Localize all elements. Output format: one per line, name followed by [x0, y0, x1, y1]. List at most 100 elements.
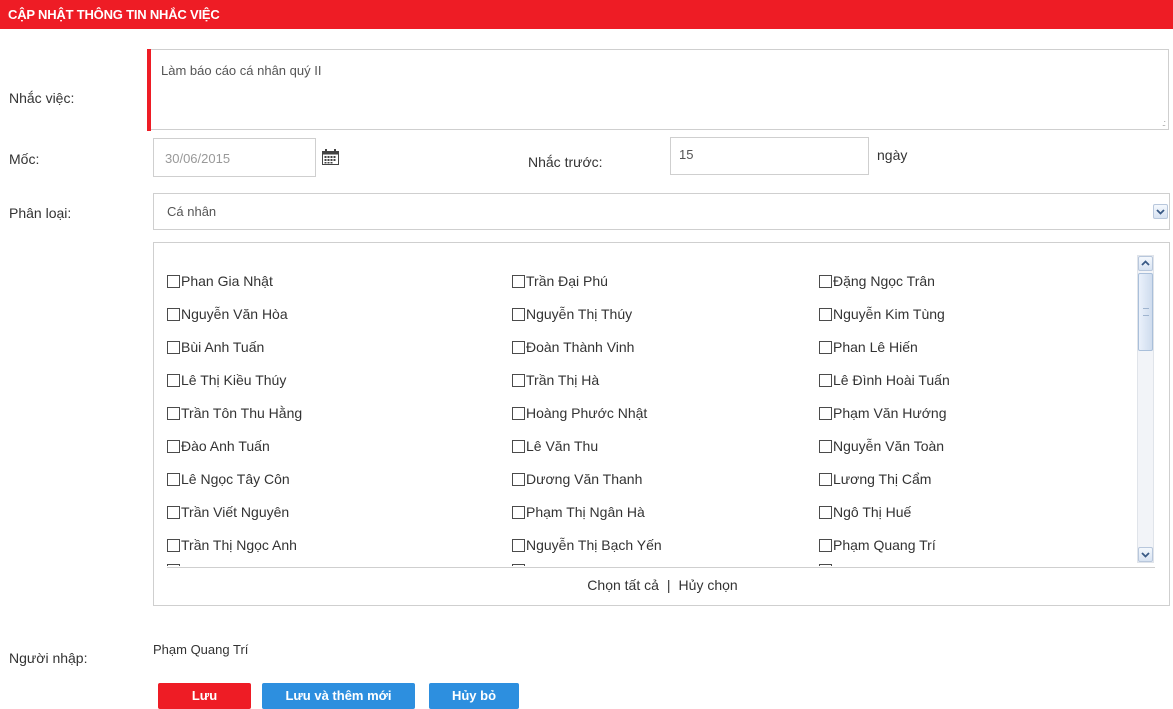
- checkbox[interactable]: [819, 341, 832, 354]
- person-checkbox-item[interactable]: Nguyễn Kim Tùng: [819, 306, 945, 326]
- person-checkbox-item[interactable]: Nguyễn Văn Toàn: [819, 438, 944, 458]
- person-name: Đoàn Thành Vinh: [526, 339, 635, 355]
- person-name: Nguyễn Kim Tùng: [833, 306, 945, 322]
- checkbox[interactable]: [167, 506, 180, 519]
- person-checkbox-item[interactable]: Phan Lê Hiến: [819, 339, 918, 359]
- checkbox[interactable]: [819, 407, 832, 420]
- checkbox[interactable]: [819, 506, 832, 519]
- person-checkbox-item[interactable]: Trần Tôn Thu Hằng: [167, 405, 302, 425]
- person-checkbox-item[interactable]: Nguyễn Văn Hòa: [167, 306, 288, 326]
- person-name: Phạm Văn Hướng: [833, 405, 947, 421]
- checkbox[interactable]: [819, 539, 832, 552]
- person-name: Đào Anh Tuấn: [181, 438, 270, 454]
- people-panel: Phan Gia Nhật Nguyễn Văn Hòa Bùi Anh Tuấ…: [153, 242, 1170, 606]
- person-checkbox-item[interactable]: Ngô Thị Huế: [819, 504, 911, 524]
- scroll-thumb[interactable]: [1138, 273, 1153, 351]
- checkbox[interactable]: [512, 473, 525, 486]
- person-checkbox-item[interactable]: Lê Thị Kiều Thúy: [167, 372, 286, 392]
- person-checkbox-item[interactable]: Trần Viết Nguyên: [167, 504, 289, 524]
- checkbox[interactable]: [167, 440, 180, 453]
- select-all-link[interactable]: Chọn tất cả: [587, 577, 659, 593]
- person-checkbox-item[interactable]: Dương Văn Thanh: [512, 471, 642, 491]
- remind-before-label: Nhắc trước:: [528, 154, 603, 170]
- reminder-text: Làm báo cáo cá nhân quý II: [161, 63, 322, 78]
- people-scrollbar[interactable]: [1137, 255, 1154, 563]
- deselect-link[interactable]: Hủy chọn: [679, 577, 738, 593]
- checkbox[interactable]: [167, 539, 180, 552]
- person-checkbox-item[interactable]: Trần Thị Ngọc Anh: [167, 537, 297, 557]
- save-button[interactable]: Lưu: [158, 683, 251, 709]
- calendar-icon[interactable]: [322, 149, 339, 165]
- scroll-up-icon[interactable]: [1138, 256, 1153, 271]
- checkbox[interactable]: [512, 341, 525, 354]
- save-and-new-button[interactable]: Lưu và thêm mới: [262, 683, 415, 709]
- person-checkbox-item[interactable]: Trần Thị Hà: [512, 372, 599, 392]
- person-checkbox-item[interactable]: Đặng Ngọc Trân: [819, 273, 935, 293]
- person-name: Lê Thị Kiều Thúy: [181, 372, 287, 388]
- checkbox[interactable]: [512, 308, 525, 321]
- person-checkbox-item[interactable]: Lê Ngọc Tây Côn: [167, 471, 290, 491]
- person-checkbox-item[interactable]: Đào Anh Tuấn: [167, 438, 270, 458]
- panel-divider: [167, 567, 1155, 568]
- checkbox[interactable]: [819, 275, 832, 288]
- checkbox[interactable]: [819, 440, 832, 453]
- person-name: Phan Lê Hiến: [833, 339, 918, 355]
- checkbox[interactable]: [512, 275, 525, 288]
- checkbox[interactable]: [512, 407, 525, 420]
- person-checkbox-item[interactable]: Trần Đại Phú: [512, 273, 608, 293]
- person-checkbox-item[interactable]: [819, 562, 833, 566]
- page-title: CẬP NHẬT THÔNG TIN NHẮC VIỆC: [8, 7, 220, 22]
- person-name: Lương Thị Cẩm: [833, 471, 932, 487]
- checkbox[interactable]: [167, 564, 180, 566]
- category-select[interactable]: Cá nhân: [153, 193, 1170, 230]
- person-checkbox-item[interactable]: Nguyễn Thị Thúy: [512, 306, 632, 326]
- checkbox[interactable]: [167, 308, 180, 321]
- milestone-date-input[interactable]: 30/06/2015: [153, 138, 316, 177]
- person-checkbox-item[interactable]: Phạm Quang Trí: [819, 537, 936, 557]
- person-checkbox-item[interactable]: Hoàng Phước Nhật: [512, 405, 647, 425]
- person-checkbox-item[interactable]: Bùi Anh Tuấn: [167, 339, 264, 359]
- checkbox[interactable]: [167, 374, 180, 387]
- remind-before-input[interactable]: 15: [670, 137, 869, 175]
- person-name: Hoàng Phước Nhật: [526, 405, 648, 421]
- checkbox[interactable]: [819, 473, 832, 486]
- checkbox[interactable]: [819, 308, 832, 321]
- person-checkbox-item[interactable]: Lê Đình Hoài Tuấn: [819, 372, 950, 392]
- checkbox[interactable]: [167, 275, 180, 288]
- checkbox[interactable]: [167, 407, 180, 420]
- chevron-down-icon[interactable]: [1153, 204, 1168, 219]
- category-select-value: Cá nhân: [167, 204, 217, 219]
- checkbox[interactable]: [512, 374, 525, 387]
- remind-before-value: 15: [679, 147, 694, 162]
- person-checkbox-item[interactable]: [167, 562, 181, 566]
- checkbox[interactable]: [167, 473, 180, 486]
- person-checkbox-item[interactable]: Phan Gia Nhật: [167, 273, 273, 293]
- person-checkbox-item[interactable]: Phạm Thị Ngân Hà: [512, 504, 645, 524]
- checkbox[interactable]: [167, 341, 180, 354]
- checkbox[interactable]: [819, 374, 832, 387]
- checkbox[interactable]: [512, 440, 525, 453]
- checkbox[interactable]: [819, 564, 832, 566]
- creator-value: Phạm Quang Trí: [153, 642, 249, 657]
- scroll-down-icon[interactable]: [1138, 547, 1153, 562]
- people-list[interactable]: Phan Gia Nhật Nguyễn Văn Hòa Bùi Anh Tuấ…: [167, 255, 1143, 566]
- milestone-date-value: 30/06/2015: [165, 151, 231, 166]
- cancel-button[interactable]: Hủy bỏ: [429, 683, 519, 709]
- checkbox[interactable]: [512, 539, 525, 552]
- person-checkbox-item[interactable]: Đoàn Thành Vinh: [512, 339, 634, 359]
- checkbox[interactable]: [512, 506, 525, 519]
- person-name: Trần Đại Phú: [526, 273, 608, 289]
- person-checkbox-item[interactable]: Phạm Văn Hướng: [819, 405, 947, 425]
- person-name: Dương Văn Thanh: [526, 471, 643, 487]
- person-checkbox-item[interactable]: Nguyễn Thị Bạch Yến: [512, 537, 662, 557]
- category-label: Phân loại:: [9, 205, 72, 221]
- person-checkbox-item[interactable]: Lê Văn Thu: [512, 438, 598, 458]
- person-name: Phan Gia Nhật: [181, 273, 273, 289]
- reminder-textarea[interactable]: Làm báo cáo cá nhân quý II .:: [147, 49, 1169, 130]
- checkbox[interactable]: [512, 564, 525, 566]
- person-checkbox-item[interactable]: [512, 562, 526, 566]
- person-name: Nguyễn Thị Thúy: [526, 306, 633, 322]
- person-checkbox-item[interactable]: Lương Thị Cẩm: [819, 471, 931, 491]
- person-name: Lê Đình Hoài Tuấn: [833, 372, 950, 388]
- resize-grip-icon[interactable]: .:: [1162, 118, 1166, 128]
